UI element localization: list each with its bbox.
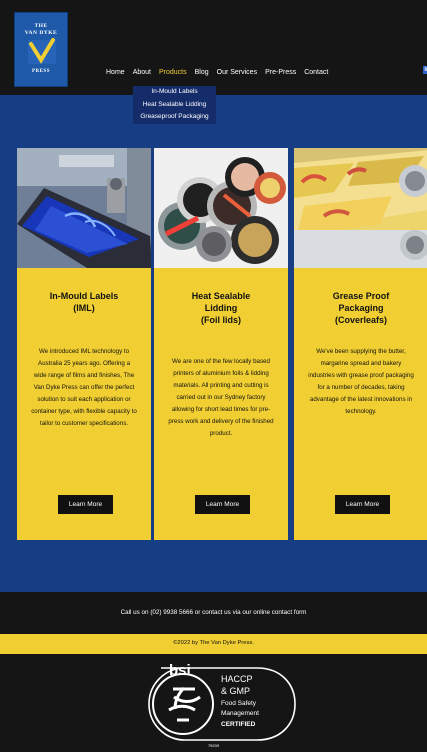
product-card-greaseproof: Grease Proof Packaging (Coverleafs) We'v…	[293, 148, 427, 540]
logo-check-icon	[28, 38, 56, 64]
products-dropdown: In-Mould Labels Heat Sealable Lidding Gr…	[133, 86, 216, 124]
greaseproof-product-image	[294, 148, 427, 268]
site-logo[interactable]: THE VAN DYKE PRESS	[14, 12, 68, 87]
dropdown-item-heat-sealable-lidding[interactable]: Heat Sealable Lidding	[133, 99, 216, 112]
learn-more-button[interactable]: Learn More	[335, 495, 390, 514]
bsi-brand-text: bsi	[169, 662, 191, 679]
card-title: Heat Sealable Lidding (Foil lids)	[191, 291, 251, 325]
linkedin-icon[interactable]: in	[423, 66, 427, 74]
bsi-certification-badge: bsi HACCP & GMP Food Safety Management C…	[143, 660, 299, 748]
dropdown-item-in-mould-labels[interactable]: In-Mould Labels	[133, 86, 216, 99]
learn-more-button[interactable]: Learn More	[195, 495, 250, 514]
nav-about[interactable]: About	[129, 68, 155, 78]
product-card-lidding: Heat Sealable Lidding (Foil lids) We are…	[153, 148, 288, 540]
card-title: In-Mould Labels (IML)	[49, 291, 119, 313]
cert-line-1: HACCP	[221, 674, 253, 684]
nav-our-services[interactable]: Our Services	[213, 68, 261, 78]
certification-number: 79209	[207, 743, 220, 748]
card-description: We've been supplying the butter, margari…	[308, 348, 414, 415]
card-title: Grease Proof Packaging (Coverleafs)	[332, 291, 390, 325]
product-card-iml: In-Mould Labels (IML) We introduced IML …	[16, 148, 151, 540]
learn-more-button[interactable]: Learn More	[58, 495, 113, 514]
dropdown-item-greaseproof-packaging[interactable]: Greaseproof Packaging	[133, 111, 216, 124]
nav-blog[interactable]: Blog	[191, 68, 213, 78]
site-header: THE VAN DYKE PRESS Home About Products B…	[0, 0, 427, 95]
footer-copyright-text: ©2022 by The Van Dyke Press.	[173, 640, 254, 646]
cert-line-5: CERTIFIED	[221, 721, 256, 728]
lidding-product-image	[154, 148, 288, 268]
nav-home[interactable]: Home	[102, 68, 129, 78]
cert-line-2: & GMP	[221, 686, 251, 696]
card-description: We introduced IML technology to Australi…	[31, 348, 137, 427]
iml-product-image	[17, 148, 151, 268]
cert-line-3: Food Safety	[221, 700, 257, 707]
nav-contact[interactable]: Contact	[300, 68, 332, 78]
card-description: We are one of the few locally based prin…	[168, 358, 274, 437]
main-navigation: Home About Products Blog Our Services Pr…	[102, 68, 332, 78]
cert-line-4: Management	[221, 710, 259, 717]
logo-line-1: THE	[34, 23, 48, 29]
logo-line-2: VAN DYKE	[24, 30, 58, 36]
nav-pre-press[interactable]: Pre-Press	[261, 68, 300, 78]
nav-products[interactable]: Products	[155, 68, 191, 78]
footer-contact-text: Call us on (02) 9938 5666 or contact us …	[120, 609, 307, 616]
logo-line-3: PRESS	[31, 69, 51, 74]
